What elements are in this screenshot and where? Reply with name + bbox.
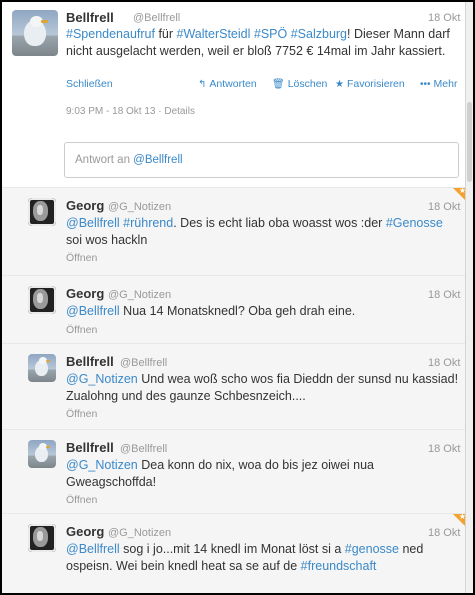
- author-handle[interactable]: @G_Notizen: [108, 201, 171, 213]
- avatar[interactable]: [28, 286, 56, 314]
- open-link[interactable]: Öffnen: [66, 252, 97, 264]
- author-name[interactable]: Georg: [66, 286, 104, 301]
- tweet-text-segment: sog i jo...mit 14 knedl im Monat löst si…: [119, 542, 345, 556]
- star-icon: ★: [335, 78, 344, 90]
- author-handle[interactable]: @G_Notizen: [108, 527, 171, 539]
- tweet-text-segment: soi wos hackln: [66, 233, 148, 247]
- tweet-text-segment: Nua 14 Monatsknedl? Oba geh drah eine.: [119, 304, 356, 318]
- reply-tweet[interactable]: Bellfrell @Bellfrell 18 Okt @G_Notizen Und …: [2, 344, 467, 430]
- delete-button[interactable]: 🗑 Löschen: [272, 78, 327, 90]
- hashtag-link[interactable]: #Spendenaufruf: [66, 27, 155, 41]
- more-icon: •••: [420, 78, 431, 90]
- tweet-text-segment: für: [154, 27, 177, 41]
- reply-tweet[interactable]: Georg @G_Notizen 18 Okt @Bellfrell Nua 14 M…: [2, 276, 467, 344]
- reply-button[interactable]: ↰ Antworten: [198, 78, 257, 90]
- avatar[interactable]: [28, 440, 56, 468]
- reply-label: Antworten: [209, 78, 257, 90]
- hashtag-link[interactable]: #Salzburg: [291, 27, 347, 41]
- tweet-timestamp[interactable]: 9:03 PM - 18 Okt 13 · Details: [66, 106, 195, 117]
- reply-tweet[interactable]: Georg @G_Notizen 18 Okt @Bellfrell #rührend…: [2, 186, 467, 276]
- tweet-date[interactable]: 18 Okt: [428, 289, 460, 301]
- open-link[interactable]: Öffnen: [66, 494, 97, 506]
- tweet-text: @Bellfrell #rührend. Des is echt liab ob…: [66, 215, 461, 249]
- hashtag-link[interactable]: #freundschaft: [301, 559, 377, 573]
- tweet-date[interactable]: 18 Okt: [428, 12, 460, 24]
- trash-icon: 🗑: [272, 78, 285, 90]
- author-handle[interactable]: @Bellfrell: [120, 443, 167, 455]
- author-name[interactable]: Bellfrell: [66, 354, 114, 369]
- favorite-label: Favorisieren: [346, 78, 405, 90]
- tweet-text: #Spendenaufruf für #WalterSteidl #SPÖ #S…: [66, 26, 451, 60]
- mention-link[interactable]: @Bellfrell: [66, 216, 120, 230]
- avatar[interactable]: [28, 198, 56, 226]
- author-name[interactable]: Georg: [66, 524, 104, 539]
- hashtag-link[interactable]: #rührend: [123, 216, 173, 230]
- author-name[interactable]: Bellfrell: [66, 10, 114, 25]
- tweet-date[interactable]: 18 Okt: [428, 201, 460, 213]
- hashtag-link[interactable]: #WalterSteidl: [177, 27, 251, 41]
- reply-placeholder-prefix: Antwort an: [75, 154, 134, 166]
- author-handle[interactable]: @G_Notizen: [108, 289, 171, 301]
- tweet-date[interactable]: 18 Okt: [428, 357, 460, 369]
- more-label: Mehr: [433, 78, 458, 90]
- reply-placeholder: Antwort an @Bellfrell: [75, 154, 183, 166]
- more-button[interactable]: ••• Mehr: [420, 78, 457, 90]
- tweet-conversation-window: Bellfrell @Bellfrell 18 Okt #Spendenaufr…: [0, 0, 475, 595]
- mention-link[interactable]: @G_Notizen: [66, 372, 138, 386]
- tweet-date[interactable]: 18 Okt: [428, 443, 460, 455]
- open-link[interactable]: Öffnen: [66, 324, 97, 336]
- avatar[interactable]: [12, 10, 58, 56]
- scrollbar[interactable]: [465, 2, 473, 593]
- author-name[interactable]: Bellfrell: [66, 440, 114, 455]
- scroll-thumb[interactable]: [467, 102, 472, 182]
- author-handle[interactable]: @Bellfrell: [120, 357, 167, 369]
- reply-tweet[interactable]: Georg @G_Notizen 18 Okt @Bellfrell sog i jo…: [2, 512, 467, 593]
- mention-link[interactable]: @Bellfrell: [66, 542, 120, 556]
- reply-placeholder-mention: @Bellfrell: [133, 154, 183, 166]
- open-link[interactable]: Öffnen: [66, 408, 97, 420]
- mention-link[interactable]: @Bellfrell: [66, 304, 120, 318]
- reply-input[interactable]: Antwort an @Bellfrell: [64, 142, 459, 178]
- hashtag-link[interactable]: #SPÖ: [254, 27, 287, 41]
- tweet-text: @G_Notizen Dea konn do nix, woa do bis j…: [66, 457, 461, 491]
- tweet-text-segment: . Des is echt liab oba woasst wos :der: [173, 216, 386, 230]
- reply-icon: ↰: [198, 78, 207, 90]
- tweet-text: @Bellfrell sog i jo...mit 14 knedl im Mo…: [66, 541, 461, 575]
- tweet-text: @Bellfrell Nua 14 Monatsknedl? Oba geh d…: [66, 303, 461, 320]
- hashtag-link[interactable]: #Genosse: [386, 216, 443, 230]
- close-link[interactable]: Schließen: [66, 78, 113, 90]
- hashtag-link[interactable]: #genosse: [345, 542, 399, 556]
- reply-tweet[interactable]: Bellfrell @Bellfrell 18 Okt @G_Notizen Dea …: [2, 430, 467, 514]
- avatar[interactable]: [28, 354, 56, 382]
- tweet-text: @G_Notizen Und wea woß scho wos fia Died…: [66, 371, 461, 405]
- author-handle[interactable]: @Bellfrell: [133, 12, 180, 24]
- delete-label: Löschen: [287, 78, 328, 90]
- tweet-date[interactable]: 18 Okt: [428, 527, 460, 539]
- author-name[interactable]: Georg: [66, 198, 104, 213]
- favorite-button[interactable]: ★ Favorisieren: [335, 78, 405, 90]
- mention-link[interactable]: @G_Notizen: [66, 458, 138, 472]
- main-tweet[interactable]: Bellfrell @Bellfrell 18 Okt #Spendenaufr…: [2, 2, 467, 188]
- avatar[interactable]: [28, 524, 56, 552]
